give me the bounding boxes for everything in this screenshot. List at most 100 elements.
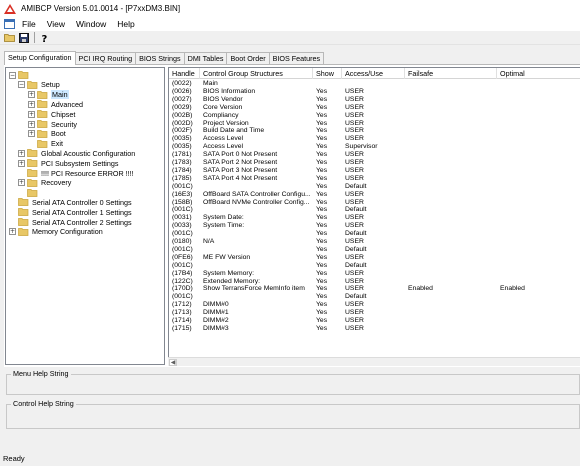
table-row[interactable]: (1784) SATA Port 3 Not Present Yes USER	[169, 167, 580, 175]
tab-dmi-tables[interactable]: DMI Tables	[183, 52, 228, 64]
column-header-access[interactable]: Access/Use	[342, 68, 405, 79]
expand-icon[interactable]: +	[18, 159, 25, 167]
menu-help[interactable]: Help	[116, 19, 135, 29]
cell-optimal	[497, 159, 580, 167]
menu-view[interactable]: View	[46, 19, 66, 29]
tree-node[interactable]: + Advanced	[28, 99, 83, 109]
expand-icon[interactable]: +	[28, 110, 35, 118]
table-row[interactable]: (17B4) System Memory: Yes USER	[169, 270, 580, 278]
expand-icon[interactable]: +	[9, 228, 16, 236]
collapse-icon[interactable]: −	[9, 71, 16, 79]
tab-bios-strings[interactable]: BIOS Strings	[135, 52, 185, 64]
tree-node[interactable]: Exit	[28, 139, 63, 149]
table-row[interactable]: (002D) Project Version Yes USER	[169, 120, 580, 128]
help-button[interactable]: ?	[38, 32, 51, 44]
save-button[interactable]	[17, 32, 30, 44]
table-row[interactable]: (0031) System Date: Yes USER	[169, 214, 580, 222]
table-row[interactable]: (0026) BIOS Information Yes USER	[169, 88, 580, 96]
cell-optimal	[497, 317, 580, 325]
collapse-icon[interactable]: −	[18, 81, 25, 89]
table-row[interactable]: (170D) Show TerransForce MemInfo item Yes U…	[169, 285, 580, 293]
tree-node-label: !!!! PCI Resource ERROR !!!!	[41, 168, 134, 178]
table-row[interactable]: (001C) Yes Default	[169, 230, 580, 238]
table-row[interactable]: (001C) Yes Default	[169, 246, 580, 254]
tree-node[interactable]: − Setup	[18, 80, 60, 90]
table-row[interactable]: (1783) SATA Port 2 Not Present Yes USER	[169, 159, 580, 167]
expand-icon[interactable]: +	[18, 149, 25, 157]
table-row[interactable]: (002F) Build Date and Time Yes USER	[169, 127, 580, 135]
cell-optimal	[497, 175, 580, 183]
table-row[interactable]: (0FE6) ME FW Version Yes USER	[169, 254, 580, 262]
tree-node[interactable]: Serial ATA Controller 2 Settings	[9, 217, 132, 227]
tab-bios-features[interactable]: BIOS Features	[268, 52, 325, 64]
column-header-handle[interactable]: Handle	[169, 68, 200, 79]
cell-handle: (122C)	[172, 277, 193, 285]
scroll-left-icon[interactable]: ◀	[169, 359, 177, 366]
column-header-optimal[interactable]: Optimal	[497, 68, 580, 79]
table-row[interactable]: (1781) SATA Port 0 Not Present Yes USER	[169, 151, 580, 159]
tree-node[interactable]: + Main	[28, 90, 69, 100]
table-row[interactable]: (1712) DIMM#0 Yes USER	[169, 301, 580, 309]
menu-window[interactable]: Window	[75, 19, 107, 29]
expand-icon[interactable]: +	[28, 100, 35, 108]
table-row[interactable]: (122C) Extended Memory: Yes USER	[169, 278, 580, 286]
system-menu-icon[interactable]	[4, 19, 15, 29]
horizontal-scrollbar[interactable]: ◀	[168, 357, 580, 366]
expand-icon[interactable]: +	[28, 130, 35, 138]
table-row[interactable]: (001C) Yes Default	[169, 293, 580, 301]
menu-help-box	[6, 374, 580, 395]
menu-file[interactable]: File	[21, 19, 37, 29]
cell-failsafe	[405, 246, 497, 254]
cell-handle: (1784)	[172, 166, 192, 174]
cell-structure: Access Level	[203, 143, 244, 151]
tree-node-label: Recovery	[41, 178, 72, 188]
table-row[interactable]: (0035) Access Level Yes USER	[169, 135, 580, 143]
tree-node[interactable]: + Memory Configuration	[9, 227, 103, 237]
table-row[interactable]: (002B) Compliancy Yes USER	[169, 112, 580, 120]
tree-node[interactable]: Serial ATA Controller 1 Settings	[9, 207, 132, 217]
table-row[interactable]: (16E3) OffBoard SATA Controller Configu..…	[169, 191, 580, 199]
tab-pci-irq-routing[interactable]: PCI IRQ Routing	[74, 52, 137, 64]
tree-node[interactable]: !!!! PCI Resource ERROR !!!!	[18, 168, 134, 178]
table-row[interactable]: (1715) DIMM#3 Yes USER	[169, 325, 580, 333]
table-row[interactable]: (001C) Yes Default	[169, 183, 580, 191]
cell-failsafe	[405, 254, 497, 262]
expand-icon[interactable]: +	[28, 91, 35, 99]
table-row[interactable]: (0029) Core Version Yes USER	[169, 104, 580, 112]
tree-node[interactable]	[18, 188, 41, 198]
tree-node[interactable]: + Recovery	[18, 178, 71, 188]
table-row[interactable]: (0035) Access Level Yes Supervisor	[169, 143, 580, 151]
tab-boot-order[interactable]: Boot Order	[226, 52, 270, 64]
cell-failsafe	[405, 151, 497, 159]
table-row[interactable]: (0027) BIOS Vendor Yes USER	[169, 96, 580, 104]
table-row[interactable]: (1785) SATA Port 4 Not Present Yes USER	[169, 175, 580, 183]
open-button[interactable]	[3, 32, 16, 44]
table-row[interactable]: (1714) DIMM#2 Yes USER	[169, 317, 580, 325]
cell-structure	[200, 246, 313, 254]
table-row[interactable]: (0022) Main	[169, 80, 580, 88]
cell-show: Yes	[316, 159, 328, 166]
tab-setup-configuration[interactable]: Setup Configuration	[4, 51, 76, 65]
tree-node[interactable]: + Chipset	[28, 109, 75, 119]
tree-node[interactable]: + PCI Subsystem Settings	[18, 158, 119, 168]
table-row[interactable]: (158B) OffBoard NVMe Controller Config...…	[169, 199, 580, 207]
setup-tree[interactable]: − − Setup + Main + Advanced + Chipset + Security + B…	[5, 67, 165, 365]
table-row[interactable]: (1713) DIMM#1 Yes USER	[169, 309, 580, 317]
tree-node[interactable]: + Boot	[28, 129, 66, 139]
column-header-structures[interactable]: Control Group Structures	[200, 68, 313, 79]
column-header-show[interactable]: Show	[313, 68, 342, 79]
control-grid[interactable]: Handle Control Group Structures Show Acc…	[168, 67, 580, 357]
tree-node[interactable]: + Security	[28, 119, 77, 129]
menu-help-label: Menu Help String	[11, 369, 71, 378]
expand-icon[interactable]: +	[18, 179, 25, 187]
table-row[interactable]: (0180) N/A Yes USER	[169, 238, 580, 246]
tree-node[interactable]: Serial ATA Controller 0 Settings	[9, 197, 132, 207]
table-row[interactable]: (001C) Yes Default	[169, 262, 580, 270]
tree-node[interactable]: + Global Acoustic Configuration	[18, 148, 135, 158]
table-row[interactable]: (001C) Yes Default	[169, 206, 580, 214]
table-row[interactable]: (0033) System Time: Yes USER	[169, 222, 580, 230]
cell-optimal	[497, 143, 580, 151]
tree-node[interactable]: −	[9, 70, 32, 80]
expand-icon[interactable]: +	[28, 120, 35, 128]
column-header-failsafe[interactable]: Failsafe	[405, 68, 497, 79]
